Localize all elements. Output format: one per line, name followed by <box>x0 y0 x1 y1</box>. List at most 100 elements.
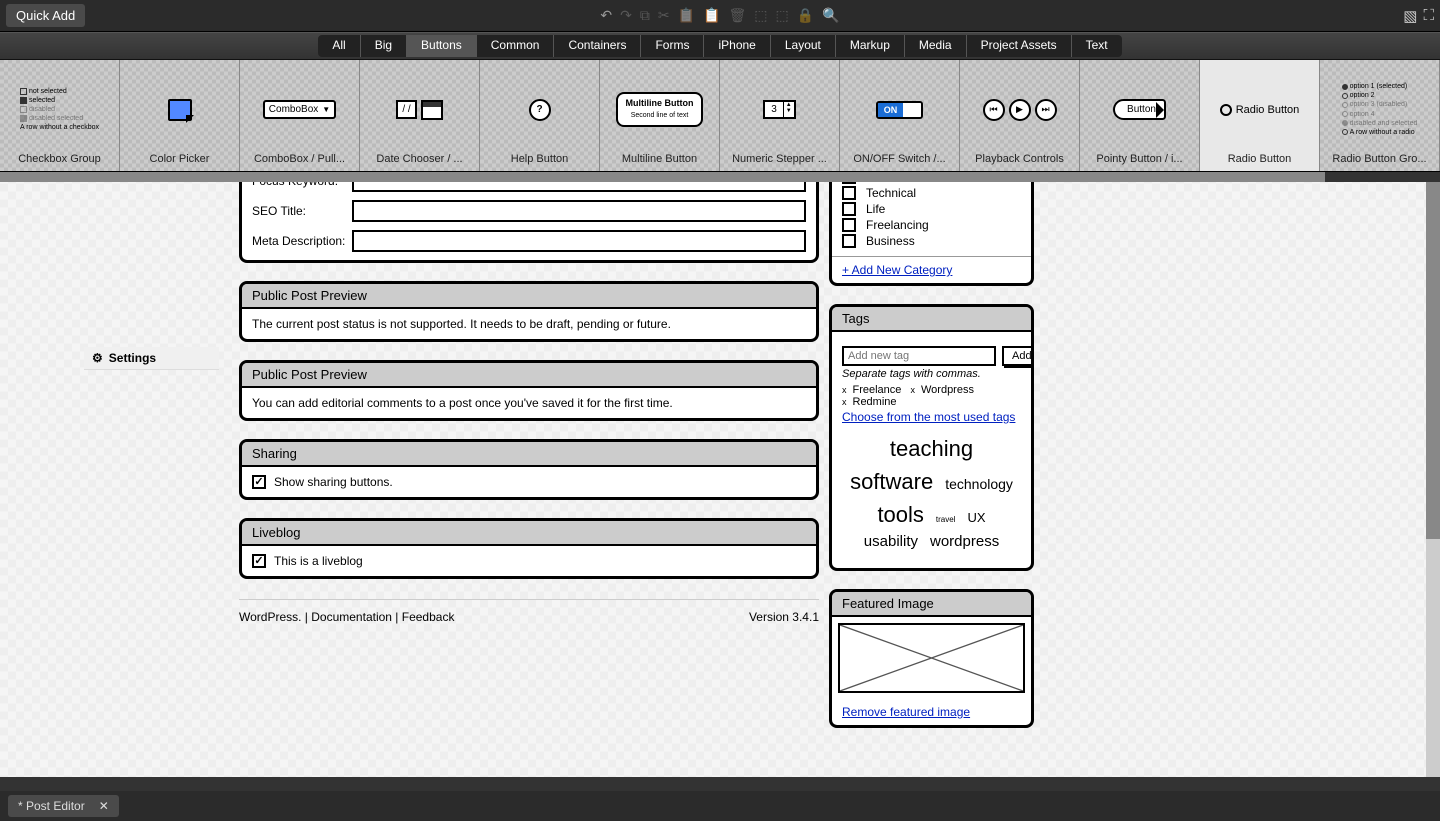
gear-icon: ⚙ <box>92 351 103 365</box>
delete-icon[interactable]: 🗑 <box>728 7 746 24</box>
gallery-item-label: ON/OFF Switch /... <box>849 153 949 165</box>
gallery-item-label: Help Button <box>507 153 572 165</box>
file-tab-label: * Post Editor <box>18 799 85 813</box>
category-item[interactable]: Life <box>842 202 1021 216</box>
focus-keyword-label: Focus Keyword: <box>252 182 352 188</box>
meta-desc-label: Meta Description: <box>252 234 352 248</box>
liveblog-label: This is a liveblog <box>274 554 363 568</box>
paste-icon[interactable]: 📋 <box>678 7 695 24</box>
top-toolbar: Quick Add ↶ ↷ ⧉ ✂ 📋 📋 🗑 ⬚ ⬚ 🔒 🔍 ▧ ⛶ <box>0 0 1440 32</box>
gallery-item[interactable]: ButtonPointy Button / i... <box>1080 60 1200 171</box>
category-tab[interactable]: Buttons <box>407 35 477 57</box>
category-tab[interactable]: Project Assets <box>967 35 1072 57</box>
gallery-item-label: Color Picker <box>146 153 214 165</box>
featured-image-placeholder[interactable] <box>838 623 1025 693</box>
tag-item[interactable]: xWordpress <box>910 384 973 396</box>
file-tab-bar: * Post Editor ✕ <box>0 791 1440 821</box>
category-item[interactable]: Technical <box>842 186 1021 200</box>
category-checkbox[interactable] <box>842 218 856 232</box>
category-tab[interactable]: Big <box>361 35 407 57</box>
category-label: Technical <box>866 186 916 200</box>
categories-panel: Team Technical Life Freelancing Business + A… <box>829 182 1034 286</box>
gallery-item[interactable]: not selectedselecteddisableddisabled sel… <box>0 60 120 171</box>
copy-icon[interactable]: ⧉ <box>640 7 650 24</box>
choose-tags-link[interactable]: Choose from the most used tags <box>842 408 1015 426</box>
ungroup-icon[interactable]: ⬚ <box>775 7 788 24</box>
canvas-horizontal-scrollbar[interactable] <box>0 777 1440 791</box>
tag-item[interactable]: xRedmine <box>842 396 897 408</box>
canvas-vertical-scrollbar[interactable] <box>1426 182 1440 777</box>
markup-toggle-icon[interactable]: ▧ <box>1403 7 1417 25</box>
quick-add-button[interactable]: Quick Add <box>6 4 85 27</box>
seo-title-label: SEO Title: <box>252 204 352 218</box>
footer-links[interactable]: WordPress. | Documentation | Feedback <box>239 610 454 624</box>
clipboard-icon[interactable]: 📋 <box>703 7 720 24</box>
category-item[interactable]: Team <box>842 182 1021 184</box>
gallery-item[interactable]: Color Picker <box>120 60 240 171</box>
category-label: Business <box>866 234 915 248</box>
file-tab[interactable]: * Post Editor ✕ <box>8 795 119 817</box>
canvas[interactable]: ⚙ Settings Focus Keyword: SEO Title: Met… <box>0 182 1440 777</box>
category-checkbox[interactable] <box>842 202 856 216</box>
category-tab[interactable]: Containers <box>554 35 641 57</box>
search-icon[interactable]: 🔍 <box>822 7 839 24</box>
category-checkbox[interactable] <box>842 182 856 184</box>
tag-cloud-item[interactable]: travel <box>936 514 956 526</box>
tag-add-button[interactable]: Add <box>1002 346 1034 366</box>
lock-icon[interactable]: 🔒 <box>797 7 814 24</box>
tag-cloud-item[interactable]: UX <box>967 508 985 528</box>
tag-input[interactable] <box>842 346 996 366</box>
gallery-item[interactable]: Radio ButtonRadio Button <box>1200 60 1320 171</box>
gallery-item[interactable]: 3▲▼Numeric Stepper ... <box>720 60 840 171</box>
category-item[interactable]: Freelancing <box>842 218 1021 232</box>
add-category-link[interactable]: + Add New Category <box>832 257 962 283</box>
gallery-item[interactable]: ComboBox▼ComboBox / Pull... <box>240 60 360 171</box>
category-tab[interactable]: Common <box>477 35 555 57</box>
seo-title-input[interactable] <box>352 200 806 222</box>
category-tab[interactable]: iPhone <box>704 35 770 57</box>
category-tab[interactable]: Media <box>905 35 967 57</box>
tag-cloud-item[interactable]: technology <box>945 474 1013 495</box>
category-tab[interactable]: Text <box>1072 35 1122 57</box>
footer-version: Version 3.4.1 <box>749 610 819 624</box>
category-tab[interactable]: All <box>318 35 360 57</box>
liveblog-checkbox[interactable] <box>252 554 266 568</box>
category-checkbox[interactable] <box>842 186 856 200</box>
gallery-item-label: Date Chooser / ... <box>372 153 466 165</box>
meta-desc-input[interactable] <box>352 230 806 252</box>
gallery-item[interactable]: Multiline ButtonSecond line of textMulti… <box>600 60 720 171</box>
remove-featured-link[interactable]: Remove featured image <box>832 699 980 725</box>
category-label: Life <box>866 202 885 216</box>
toolbar-center-icons: ↶ ↷ ⧉ ✂ 📋 📋 🗑 ⬚ ⬚ 🔒 🔍 <box>600 7 839 24</box>
panel-header: Public Post Preview <box>242 363 816 388</box>
cut-icon[interactable]: ✂ <box>658 7 670 24</box>
gallery-item[interactable]: ONON/OFF Switch /... <box>840 60 960 171</box>
gallery-item[interactable]: / /Date Chooser / ... <box>360 60 480 171</box>
tag-remove-icon[interactable]: x <box>910 385 915 395</box>
sidebar-item-settings[interactable]: ⚙ Settings <box>84 347 219 370</box>
tag-cloud-item[interactable]: wordpress <box>930 531 999 554</box>
undo-icon[interactable]: ↶ <box>600 7 612 24</box>
category-tab[interactable]: Layout <box>771 35 836 57</box>
tag-cloud-item[interactable]: software <box>850 465 933 498</box>
close-icon[interactable]: ✕ <box>99 799 109 813</box>
category-item[interactable]: Business <box>842 234 1021 248</box>
focus-keyword-input[interactable] <box>352 182 806 192</box>
fullscreen-icon[interactable]: ⛶ <box>1423 7 1434 25</box>
tag-cloud-item[interactable]: tools <box>877 498 923 531</box>
gallery-item[interactable]: ?Help Button <box>480 60 600 171</box>
tag-cloud-item[interactable]: teaching <box>890 432 973 465</box>
tag-remove-icon[interactable]: x <box>842 397 847 407</box>
sharing-checkbox[interactable] <box>252 475 266 489</box>
tag-cloud-item[interactable]: usability <box>864 531 918 554</box>
tag-item[interactable]: xFreelance <box>842 384 901 396</box>
category-tab[interactable]: Markup <box>836 35 905 57</box>
gallery-item[interactable]: ⏮▶⏭Playback Controls <box>960 60 1080 171</box>
group-icon[interactable]: ⬚ <box>754 7 767 24</box>
redo-icon[interactable]: ↷ <box>620 7 632 24</box>
gallery-scrollbar[interactable] <box>0 172 1440 182</box>
category-checkbox[interactable] <box>842 234 856 248</box>
gallery-item[interactable]: option 1 (selected)option 2option 3 (dis… <box>1320 60 1440 171</box>
tag-remove-icon[interactable]: x <box>842 385 847 395</box>
category-tab[interactable]: Forms <box>641 35 704 57</box>
